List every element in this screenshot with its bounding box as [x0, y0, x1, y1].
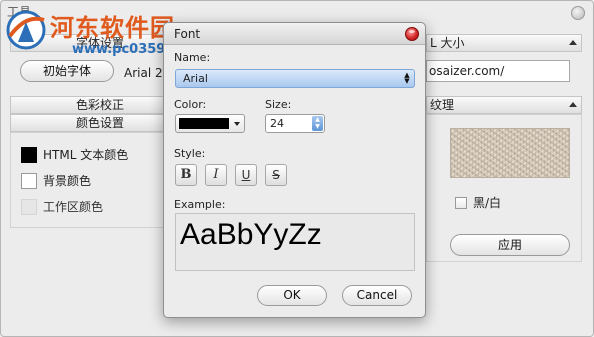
font-color-label: Color: [174, 98, 207, 111]
html-text-color-swatch[interactable] [21, 146, 37, 163]
font-style-label: Style: [174, 147, 206, 160]
texture-preview[interactable] [450, 128, 570, 178]
example-preview-box: AaBbYyZz [175, 213, 415, 271]
workspace-color-row[interactable]: 工作区颜色 [21, 198, 103, 215]
main-window-title: 工具 [7, 5, 32, 19]
bold-button[interactable]: B [175, 164, 197, 186]
initial-font-button[interactable]: 初始字体 [20, 60, 114, 82]
strikethrough-button[interactable]: S [265, 164, 287, 186]
size-header-label: L 大小 [430, 36, 465, 50]
collapse-up-icon[interactable] [569, 102, 577, 107]
size-stepper-icon[interactable]: ▲ ▼ [312, 116, 323, 131]
dialog-title-bar[interactable]: Font [164, 23, 425, 45]
collapse-up-icon[interactable] [569, 40, 577, 45]
workspace-color-swatch[interactable] [21, 198, 37, 215]
font-dialog: Font Name: Arial ▲ ▼ Color: Size: 24 ▲ ▼ S… [163, 22, 426, 318]
font-color-swatch [179, 118, 229, 129]
font-name-value: Arial [183, 72, 208, 85]
chevron-down-icon [234, 122, 240, 126]
font-size-label: Size: [265, 98, 292, 111]
style-button-group: B I U S [175, 164, 287, 186]
main-close-button[interactable] [571, 6, 585, 20]
example-label: Example: [174, 198, 226, 211]
url-field[interactable]: osaizer.com/ [426, 60, 570, 82]
dialog-title: Font [174, 27, 201, 41]
size-header[interactable]: L 大小 [426, 34, 582, 52]
background-color-swatch[interactable] [21, 172, 37, 189]
italic-button[interactable]: I [205, 164, 227, 186]
font-name-select[interactable]: Arial ▲ ▼ [175, 69, 415, 88]
background-color-label: 背景颜色 [43, 174, 92, 188]
updown-arrows-icon: ▲ ▼ [404, 71, 410, 85]
cancel-button[interactable]: Cancel [342, 285, 412, 306]
apply-button[interactable]: 应用 [450, 234, 570, 256]
underline-button[interactable]: U [235, 164, 257, 186]
black-white-label: 黑/白 [473, 196, 502, 210]
background-color-row[interactable]: 背景颜色 [21, 172, 91, 189]
black-white-option[interactable]: 黑/白 [455, 194, 501, 211]
font-size-field[interactable]: 24 ▲ ▼ [265, 114, 325, 133]
dialog-close-button[interactable] [405, 27, 419, 41]
workspace-color-label: 工作区颜色 [43, 200, 104, 214]
texture-header[interactable]: 纹理 [426, 96, 582, 114]
font-size-value: 24 [270, 117, 284, 130]
font-color-picker[interactable] [175, 114, 245, 133]
ok-button[interactable]: OK [257, 285, 327, 306]
html-text-color-row[interactable]: HTML 文本颜色 [21, 146, 128, 163]
font-name-label: Name: [174, 51, 211, 64]
example-preview-text: AaBbYyZz [180, 218, 322, 251]
texture-header-label: 纹理 [430, 98, 455, 112]
html-text-color-label: HTML 文本颜色 [43, 148, 129, 162]
black-white-checkbox[interactable] [455, 196, 467, 209]
